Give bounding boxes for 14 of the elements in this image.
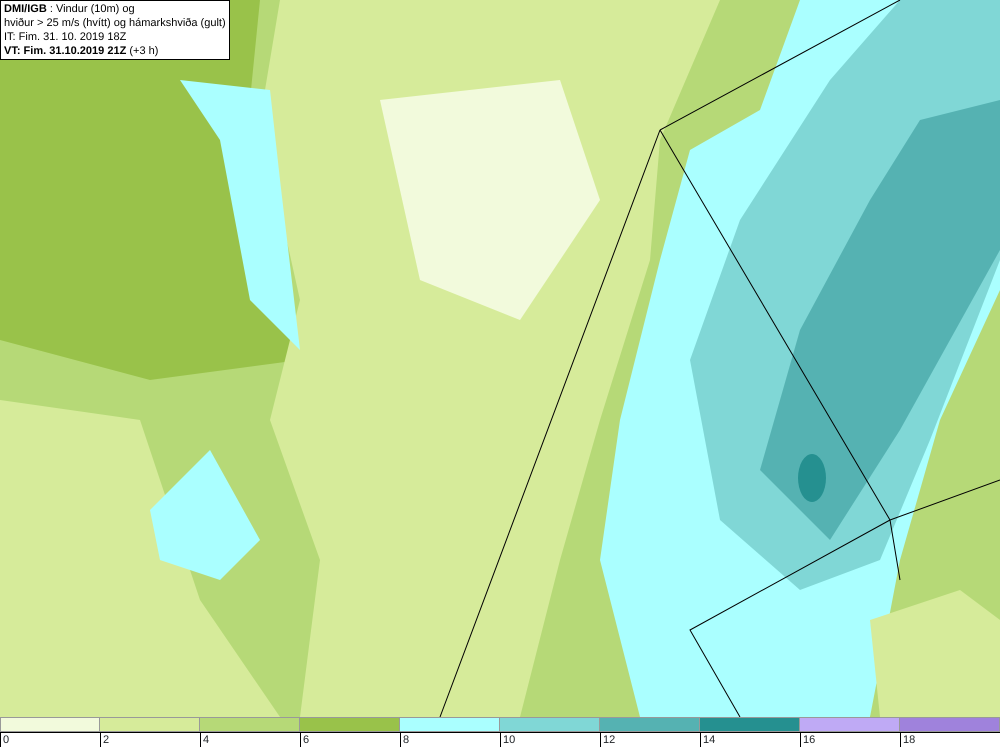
legend-tick-label: 4 (203, 733, 210, 747)
legend-tick-label: 2 (103, 733, 110, 747)
title-line: IT: Fim. 31. 10. 2019 18Z (4, 30, 128, 44)
legend-tick-label: 8 (403, 733, 410, 747)
legend-tick-label: 16 (803, 733, 816, 747)
legend-tick-label: 6 (303, 733, 310, 747)
legend-tick-label: 14 (703, 733, 716, 747)
legend-tick-label: 10 (503, 733, 516, 747)
title-line: VT: Fim. 31.10.2019 21Z (+3 h) (4, 44, 160, 58)
title-line: DMI/IGB : Vindur (10m) og (4, 2, 136, 16)
legend-tick-label: 0 (3, 733, 10, 747)
legend-tick-label: 18 (903, 733, 916, 747)
title-line: hviður > 25 m/s (hvítt) og hámarkshviða (gult) (4, 16, 226, 30)
legend-tick-label: 12 (603, 733, 616, 747)
